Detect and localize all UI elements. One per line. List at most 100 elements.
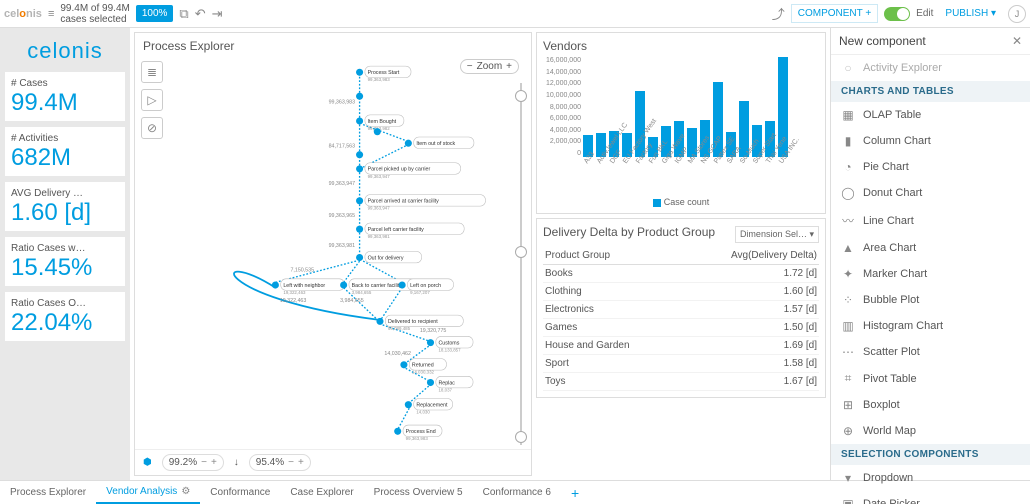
svg-text:Parcel picked up by carrier: Parcel picked up by carrier	[368, 167, 431, 173]
kpi-card-1[interactable]: # Activities 682M	[5, 127, 125, 176]
kpi-value: 22.04%	[11, 309, 119, 337]
panel-item-olap-table[interactable]: ▦ OLAP Table	[831, 102, 1030, 128]
panel-title: New component	[839, 34, 926, 48]
activity-slider[interactable]	[515, 83, 527, 445]
tab-vendor-analysis[interactable]: Vendor Analysis⚙	[96, 481, 200, 504]
table-row[interactable]: Books1.72 [d]	[543, 265, 819, 283]
panel-item-line-chart[interactable]: 〰 Line Chart	[831, 206, 1030, 235]
panel-item-bubble-plot[interactable]: ⁘ Bubble Plot	[831, 287, 1030, 313]
add-component-icon[interactable]: ⧉	[179, 6, 188, 22]
svg-text:19,322,463: 19,322,463	[283, 290, 306, 295]
col-product-group[interactable]: Product Group	[543, 247, 680, 265]
tab-process-explorer[interactable]: Process Explorer	[0, 481, 96, 504]
panel-item-date-picker[interactable]: ▣ Date Picker	[831, 491, 1030, 504]
svg-text:Delivered to recipient: Delivered to recipient	[388, 319, 438, 325]
panel-item-pie-chart[interactable]: ◔ Pie Chart	[831, 154, 1030, 180]
close-icon[interactable]: ✕	[1012, 34, 1022, 48]
svg-text:Process Start: Process Start	[368, 70, 400, 76]
connection-coverage[interactable]: 95.4%−+	[249, 454, 311, 471]
table-row[interactable]: Games1.50 [d]	[543, 319, 819, 337]
svg-text:3,984,655: 3,984,655	[340, 298, 364, 304]
tab-case-explorer[interactable]: Case Explorer	[280, 481, 363, 504]
svg-text:Customs: Customs	[438, 340, 459, 346]
svg-text:19,320,775: 19,320,775	[420, 328, 447, 334]
date-picker-icon: ▣	[841, 497, 855, 504]
table-row[interactable]: House and Garden1.69 [d]	[543, 337, 819, 355]
svg-text:99,363,965: 99,363,965	[329, 213, 356, 219]
table-row[interactable]: Sport1.58 [d]	[543, 355, 819, 373]
panel-item-area-chart[interactable]: ▲ Area Chart	[831, 235, 1030, 261]
chart-legend: Case count	[543, 197, 819, 207]
add-tab-button[interactable]: +	[561, 481, 589, 504]
panel-item-histogram-chart[interactable]: ▥ Histogram Chart	[831, 313, 1030, 339]
svg-text:Returned: Returned	[412, 363, 434, 369]
kpi-card-4[interactable]: Ratio Cases O… 22.04%	[5, 292, 125, 341]
tab-conformance[interactable]: Conformance	[200, 481, 280, 504]
svg-text:99,363,947: 99,363,947	[368, 206, 391, 211]
delivery-delta-table: Delivery Delta by Product Group Dimensio…	[536, 218, 826, 398]
case-selection[interactable]: 99.4M of 99.4M cases selected	[60, 3, 129, 25]
svg-text:Back to carrier facility: Back to carrier facility	[352, 283, 403, 289]
explorer-title: Process Explorer	[135, 33, 531, 59]
svg-text:14,030,332: 14,030,332	[412, 370, 435, 375]
undo-icon[interactable]: ↶	[195, 6, 206, 22]
kpi-title: AVG Delivery …	[11, 188, 119, 199]
avatar[interactable]: J	[1008, 5, 1026, 23]
panel-item-dropdown[interactable]: ▾ Dropdown	[831, 465, 1030, 491]
panel-item-activity-explorer[interactable]: ○ Activity Explorer	[831, 55, 1030, 81]
kpi-card-0[interactable]: # Cases 99.4M	[5, 72, 125, 121]
kpi-card-2[interactable]: AVG Delivery … 1.60 [d]	[5, 182, 125, 231]
dimension-selector[interactable]: Dimension Sel… ▾	[735, 226, 819, 243]
table-row[interactable]: Toys1.67 [d]	[543, 373, 819, 391]
scatter-plot-icon: ⋯	[841, 345, 855, 359]
vendors-chart: Vendors 16,000,00014,000,00012,000,00010…	[536, 32, 826, 214]
kpi-title: # Cases	[11, 78, 119, 89]
panel-item-world-map[interactable]: ⊕ World Map	[831, 418, 1030, 444]
table-row[interactable]: Electronics1.57 [d]	[543, 301, 819, 319]
component-button[interactable]: COMPONENT +	[791, 4, 878, 23]
col-avg-delta[interactable]: Avg(Delivery Delta)	[680, 247, 819, 265]
svg-text:99,363,981: 99,363,981	[329, 243, 356, 249]
kpi-value: 99.4M	[11, 89, 119, 117]
svg-text:19,322,463: 19,322,463	[280, 298, 307, 304]
table-row[interactable]: Clothing1.60 [d]	[543, 283, 819, 301]
tab-conformance-6[interactable]: Conformance 6	[473, 481, 561, 504]
panel-item-scatter-plot[interactable]: ⋯ Scatter Plot	[831, 339, 1030, 365]
layout-icon[interactable]: ≣	[141, 61, 163, 83]
panel-item-donut-chart[interactable]: ◯ Donut Chart	[831, 180, 1030, 206]
publish-button[interactable]: PUBLISH ▾	[939, 5, 1002, 22]
share-icon[interactable]: ⤴	[772, 4, 785, 23]
process-graph[interactable]: 99,363,98384,717,56399,363,94799,363,965…	[135, 59, 531, 449]
kpi-title: Ratio Cases w…	[11, 243, 119, 254]
panel-item-marker-chart[interactable]: ✦ Marker Chart	[831, 261, 1030, 287]
process-explorer: Process Explorer ≣ ▷ ⊘ − Zoom + 99,363,9…	[134, 32, 532, 476]
svg-text:Replacement: Replacement	[416, 402, 448, 408]
zoom-badge[interactable]: 100%	[136, 5, 174, 22]
logo-large: celonis	[27, 38, 102, 64]
zoom-out-icon[interactable]: −	[467, 61, 473, 72]
tab-process-overview-5[interactable]: Process Overview 5	[364, 481, 473, 504]
menu-icon[interactable]: ≡	[48, 8, 54, 20]
redo-icon[interactable]: ⇥	[212, 6, 223, 22]
play-icon[interactable]: ▷	[141, 89, 163, 111]
visibility-icon[interactable]: ⊘	[141, 117, 163, 139]
marker-chart-icon: ✦	[841, 267, 855, 281]
edit-toggle[interactable]	[884, 7, 910, 21]
svg-text:99,363,947: 99,363,947	[329, 181, 356, 187]
activity-coverage[interactable]: 99.2%−+	[162, 454, 224, 471]
svg-text:Replac: Replac	[438, 380, 455, 386]
donut-chart-icon: ◯	[841, 186, 855, 200]
panel-item-pivot-table[interactable]: ⌗ Pivot Table	[831, 365, 1030, 392]
gear-icon[interactable]: ⚙	[181, 486, 190, 497]
new-component-panel: New component ✕ ○ Activity Explorer CHAR…	[830, 28, 1030, 480]
area-chart-icon: ▲	[841, 241, 855, 255]
kpi-card-3[interactable]: Ratio Cases w… 15.45%	[5, 237, 125, 286]
panel-item-column-chart[interactable]: ▮ Column Chart	[831, 128, 1030, 154]
table-title: Delivery Delta by Product Group	[543, 225, 715, 239]
svg-text:Parcel left carrier facility: Parcel left carrier facility	[368, 227, 425, 233]
vendors-title: Vendors	[543, 39, 819, 53]
logo-small: celonis	[4, 8, 42, 20]
panel-item-boxplot[interactable]: ⊞ Boxplot	[831, 392, 1030, 418]
zoom-in-icon[interactable]: +	[506, 61, 512, 72]
zoom-control[interactable]: − Zoom +	[460, 59, 519, 74]
